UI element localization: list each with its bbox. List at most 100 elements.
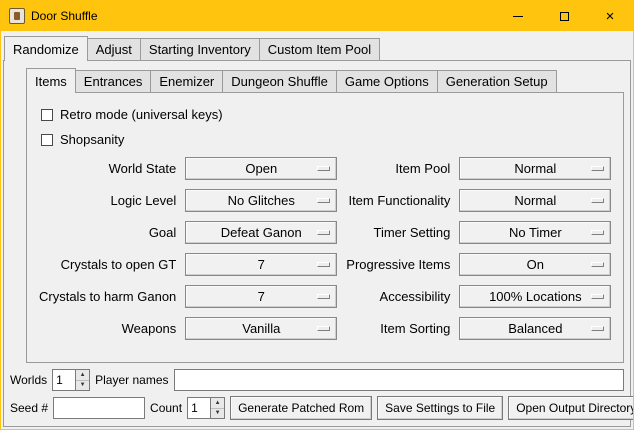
- tab-randomize[interactable]: Randomize: [4, 36, 88, 61]
- inner-notebook: Items Entrances Enemizer Dungeon Shuffle…: [26, 61, 624, 363]
- close-icon: ×: [606, 9, 615, 24]
- spinner-up-icon[interactable]: ▲: [211, 398, 224, 408]
- worlds-label: Worlds: [10, 373, 47, 387]
- checkbox-shopsanity[interactable]: Shopsanity: [41, 132, 611, 147]
- player-names-label: Player names: [95, 373, 168, 387]
- dropdown-logic-level-value: No Glitches: [228, 193, 295, 208]
- outer-tab-bar: Randomize Adjust Starting Inventory Cust…: [1, 31, 633, 60]
- worlds-spinner-arrows: ▲ ▼: [75, 370, 89, 390]
- dropdown-indicator-icon: [591, 262, 604, 267]
- dropdown-crystals-open-gt[interactable]: 7: [185, 253, 337, 276]
- generate-patched-rom-button[interactable]: Generate Patched Rom: [230, 396, 372, 420]
- dropdown-crystals-open-gt-value: 7: [258, 257, 265, 272]
- player-names-input[interactable]: [174, 369, 625, 391]
- label-timer-setting: Timer Setting: [346, 225, 450, 240]
- tab-custom-item-pool[interactable]: Custom Item Pool: [260, 38, 380, 60]
- tab-dungeon-shuffle[interactable]: Dungeon Shuffle: [223, 70, 337, 92]
- count-label: Count: [150, 401, 182, 415]
- tab-game-options[interactable]: Game Options: [337, 70, 438, 92]
- dropdown-progressive-items-value: On: [527, 257, 544, 272]
- label-progressive-items: Progressive Items: [346, 257, 450, 272]
- tab-enemizer[interactable]: Enemizer: [151, 70, 223, 92]
- dropdown-indicator-icon: [591, 198, 604, 203]
- dropdown-indicator-icon: [317, 166, 330, 171]
- dropdown-goal[interactable]: Defeat Ganon: [185, 221, 337, 244]
- dropdown-indicator-icon: [591, 326, 604, 331]
- dropdown-indicator-icon: [317, 294, 330, 299]
- dropdown-item-sorting-value: Balanced: [508, 321, 562, 336]
- label-crystals-open-gt: Crystals to open GT: [39, 257, 176, 272]
- spinner-down-icon[interactable]: ▼: [211, 408, 224, 419]
- maximize-icon: [560, 12, 569, 21]
- dropdown-crystals-harm-ganon[interactable]: 7: [185, 285, 337, 308]
- inner-tab-bar: Items Entrances Enemizer Dungeon Shuffle…: [26, 61, 624, 92]
- checkbox-label-shopsanity: Shopsanity: [60, 132, 124, 147]
- tab-entrances[interactable]: Entrances: [76, 70, 152, 92]
- checkbox-retro-mode[interactable]: Retro mode (universal keys): [41, 107, 611, 122]
- dropdown-goal-value: Defeat Ganon: [221, 225, 302, 240]
- dropdown-indicator-icon: [591, 230, 604, 235]
- open-output-directory-button[interactable]: Open Output Directory: [508, 396, 634, 420]
- worlds-input[interactable]: [53, 370, 75, 390]
- dropdown-item-pool-value: Normal: [514, 161, 556, 176]
- dropdown-indicator-icon: [317, 262, 330, 267]
- label-item-functionality: Item Functionality: [346, 193, 450, 208]
- bottom-controls: Worlds ▲ ▼ Player names Seed # Count: [4, 363, 630, 426]
- dropdown-timer-setting[interactable]: No Timer: [459, 221, 611, 244]
- dropdown-accessibility[interactable]: 100% Locations: [459, 285, 611, 308]
- window: Door Shuffle × Randomize Adjust Starting…: [0, 0, 634, 430]
- spinner-up-icon[interactable]: ▲: [76, 370, 89, 380]
- checkbox-box-retro-mode[interactable]: [41, 109, 53, 121]
- dropdown-indicator-icon: [591, 166, 604, 171]
- checkbox-label-retro-mode: Retro mode (universal keys): [60, 107, 223, 122]
- label-accessibility: Accessibility: [346, 289, 450, 304]
- label-goal: Goal: [39, 225, 176, 240]
- dropdown-indicator-icon: [317, 230, 330, 235]
- app-icon[interactable]: [9, 8, 25, 24]
- randomize-pane: Items Entrances Enemizer Dungeon Shuffle…: [3, 60, 631, 427]
- dropdown-weapons-value: Vanilla: [242, 321, 280, 336]
- count-spinner[interactable]: ▲ ▼: [187, 397, 225, 419]
- checkbox-box-shopsanity[interactable]: [41, 134, 53, 146]
- spinner-down-icon[interactable]: ▼: [76, 380, 89, 391]
- dropdown-world-state[interactable]: Open: [185, 157, 337, 180]
- maximize-button[interactable]: [541, 1, 587, 31]
- dropdown-crystals-harm-ganon-value: 7: [258, 289, 265, 304]
- label-crystals-harm-ganon: Crystals to harm Ganon: [39, 289, 176, 304]
- items-pane: Retro mode (universal keys) Shopsanity W…: [26, 92, 624, 363]
- dropdown-logic-level[interactable]: No Glitches: [185, 189, 337, 212]
- dropdown-item-functionality[interactable]: Normal: [459, 189, 611, 212]
- minimize-button[interactable]: [495, 1, 541, 31]
- seed-row: Seed # Count ▲ ▼ Generate Patched Rom Sa…: [10, 396, 624, 420]
- dropdown-accessibility-value: 100% Locations: [489, 289, 582, 304]
- count-spinner-arrows: ▲ ▼: [210, 398, 224, 418]
- options-grid: World State Open Item Pool Normal Logic …: [39, 157, 611, 340]
- dropdown-timer-setting-value: No Timer: [509, 225, 562, 240]
- label-item-sorting: Item Sorting: [346, 321, 450, 336]
- count-input[interactable]: [188, 398, 210, 418]
- dropdown-item-sorting[interactable]: Balanced: [459, 317, 611, 340]
- worlds-row: Worlds ▲ ▼ Player names: [10, 369, 624, 391]
- close-button[interactable]: ×: [587, 1, 633, 31]
- minimize-icon: [513, 16, 523, 17]
- label-item-pool: Item Pool: [346, 161, 450, 176]
- worlds-spinner[interactable]: ▲ ▼: [52, 369, 90, 391]
- dropdown-indicator-icon: [317, 198, 330, 203]
- dropdown-weapons[interactable]: Vanilla: [185, 317, 337, 340]
- save-settings-button[interactable]: Save Settings to File: [377, 396, 503, 420]
- label-weapons: Weapons: [39, 321, 176, 336]
- dropdown-item-functionality-value: Normal: [514, 193, 556, 208]
- dropdown-indicator-icon: [317, 326, 330, 331]
- tab-adjust[interactable]: Adjust: [88, 38, 141, 60]
- dropdown-world-state-value: Open: [245, 161, 277, 176]
- tab-items[interactable]: Items: [26, 68, 76, 93]
- tab-starting-inventory[interactable]: Starting Inventory: [141, 38, 260, 60]
- titlebar: Door Shuffle ×: [1, 1, 633, 31]
- seed-input[interactable]: [53, 397, 145, 419]
- window-title: Door Shuffle: [31, 9, 98, 23]
- dropdown-item-pool[interactable]: Normal: [459, 157, 611, 180]
- dropdown-indicator-icon: [591, 294, 604, 299]
- tab-generation-setup[interactable]: Generation Setup: [438, 70, 557, 92]
- label-logic-level: Logic Level: [39, 193, 176, 208]
- dropdown-progressive-items[interactable]: On: [459, 253, 611, 276]
